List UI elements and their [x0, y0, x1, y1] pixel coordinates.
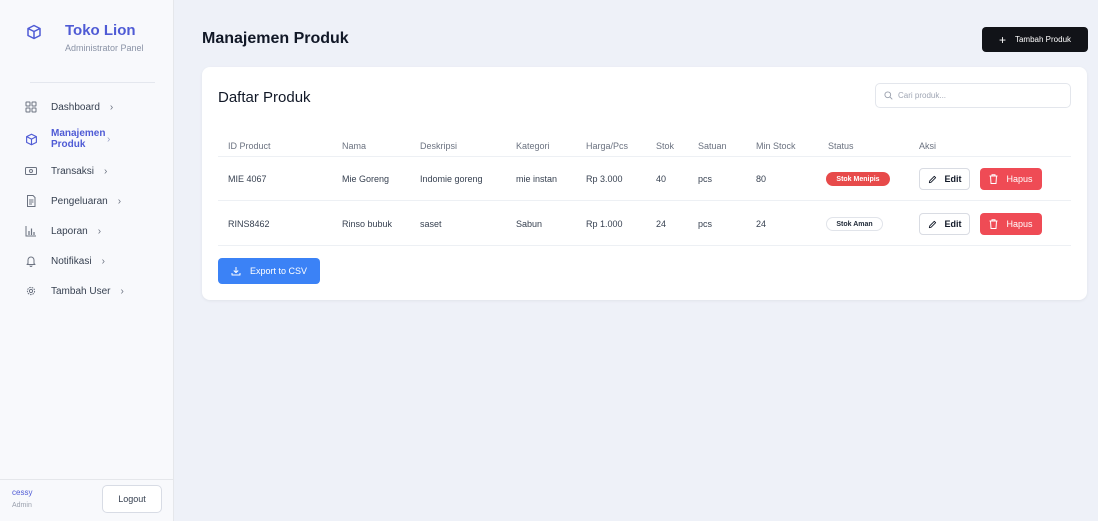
add-product-button[interactable]: + Tambah Produk	[982, 27, 1088, 52]
column-header-aksi: Aksi	[919, 141, 937, 151]
receipt-icon	[24, 194, 38, 208]
column-header-harga: Harga/Pcs	[586, 141, 629, 151]
delete-button[interactable]: Hapus	[980, 213, 1042, 235]
cell-satuan: pcs	[698, 219, 713, 229]
product-list-card: Daftar Produk ID Product Nama Deskripsi …	[202, 67, 1087, 300]
column-header-stok: Stok	[656, 141, 675, 151]
column-header-min-stock: Min Stock	[756, 141, 796, 151]
cell-nama: Rinso bubuk	[342, 219, 393, 229]
card-title: Daftar Produk	[218, 89, 311, 106]
pencil-icon	[928, 220, 936, 228]
cell-deskripsi: Indomie goreng	[420, 174, 483, 184]
bell-icon	[24, 254, 38, 268]
column-header-id: ID Product	[228, 141, 271, 151]
edit-label: Edit	[944, 174, 962, 184]
cell-harga: Rp 1.000	[586, 219, 623, 229]
sidebar-item-transaksi[interactable]: Transaksi ›	[18, 158, 168, 184]
cell-satuan: pcs	[698, 174, 713, 184]
divider	[30, 82, 155, 83]
grid-icon	[24, 100, 38, 114]
edit-button[interactable]: Edit	[919, 168, 970, 190]
app-title: Toko Lion	[65, 22, 136, 39]
chevron-right-icon: ›	[101, 255, 105, 267]
chevron-right-icon: ›	[103, 165, 108, 177]
user-panel: cessy Admin Logout	[0, 479, 174, 521]
row-divider	[218, 200, 1071, 201]
sidebar-item-manajemen-produk[interactable]: Manajemen Produk ›	[18, 124, 168, 154]
download-icon	[231, 267, 241, 276]
cell-id: RINS8462	[228, 219, 270, 229]
chevron-right-icon: ›	[97, 225, 102, 237]
cell-nama: Mie Goreng	[342, 174, 390, 184]
box-icon	[24, 132, 38, 146]
edit-button[interactable]: Edit	[919, 213, 970, 235]
cell-kategori: Sabun	[516, 219, 543, 229]
cell-stok: 24	[656, 219, 667, 229]
sidebar-nav: Dashboard › Manajemen Produk › Transaksi…	[18, 94, 168, 308]
page-title: Manajemen Produk	[202, 30, 349, 47]
sidebar: Toko Lion Administrator Panel Dashboard …	[0, 0, 174, 521]
sidebar-item-pengeluaran[interactable]: Pengeluaran ›	[18, 188, 168, 214]
trash-icon	[989, 219, 998, 229]
delete-button[interactable]: Hapus	[980, 168, 1042, 190]
cell-harga: Rp 3.000	[586, 174, 623, 184]
sidebar-item-label: Tambah User	[51, 285, 111, 297]
sidebar-item-dashboard[interactable]: Dashboard ›	[18, 94, 168, 120]
add-product-label: Tambah Produk	[1014, 35, 1072, 44]
cell-stok: 40	[656, 174, 667, 184]
cell-min-stock: 80	[756, 174, 767, 184]
pencil-icon	[928, 175, 936, 183]
search-box	[875, 83, 1071, 108]
bar-chart-icon	[24, 224, 38, 238]
column-header-satuan: Satuan	[698, 141, 727, 151]
user-name: cessy	[12, 488, 33, 497]
search-icon	[884, 91, 893, 100]
cell-min-stock: 24	[756, 219, 767, 229]
column-header-deskripsi: Deskripsi	[420, 141, 458, 151]
box-logo-icon	[27, 24, 41, 40]
chevron-right-icon: ›	[107, 133, 111, 145]
cell-kategori: mie instan	[516, 174, 558, 184]
column-header-kategori: Kategori	[516, 141, 550, 151]
trash-icon	[989, 174, 998, 184]
chevron-right-icon: ›	[120, 285, 124, 297]
cell-id: MIE 4067	[228, 174, 267, 184]
app-subtitle: Administrator Panel	[65, 43, 144, 53]
chevron-right-icon: ›	[117, 195, 122, 207]
plus-icon: +	[998, 32, 1006, 47]
sidebar-item-label: Transaksi	[51, 165, 94, 177]
export-label: Export to CSV	[249, 266, 308, 276]
cell-deskripsi: saset	[420, 219, 442, 229]
user-role: Admin	[12, 502, 32, 509]
sidebar-item-label: Notifikasi	[51, 255, 92, 267]
sidebar-item-label: Laporan	[51, 225, 88, 237]
gear-icon	[24, 284, 38, 298]
row-divider	[218, 156, 1071, 157]
delete-label: Hapus	[1006, 219, 1033, 229]
sidebar-item-label: Manajemen Produk	[51, 128, 106, 150]
column-header-status: Status	[828, 141, 854, 151]
logout-button[interactable]: Logout	[102, 485, 162, 513]
delete-label: Hapus	[1006, 174, 1033, 184]
search-input[interactable]	[898, 91, 1068, 100]
sidebar-item-laporan[interactable]: Laporan ›	[18, 218, 168, 244]
brand: Toko Lion Administrator Panel	[0, 0, 173, 78]
edit-label: Edit	[944, 219, 962, 229]
sidebar-item-notifikasi[interactable]: Notifikasi ›	[18, 248, 168, 274]
sidebar-item-tambah-user[interactable]: Tambah User ›	[18, 278, 168, 304]
column-header-nama: Nama	[342, 141, 367, 151]
cash-icon	[24, 164, 38, 178]
status-badge: Stok Menipis	[826, 172, 890, 186]
sidebar-item-label: Pengeluaran	[51, 195, 108, 207]
status-badge: Stok Aman	[826, 217, 883, 231]
sidebar-item-label: Dashboard	[51, 101, 100, 113]
export-csv-button[interactable]: Export to CSV	[218, 258, 320, 284]
row-divider	[218, 245, 1071, 246]
chevron-right-icon: ›	[109, 101, 114, 113]
